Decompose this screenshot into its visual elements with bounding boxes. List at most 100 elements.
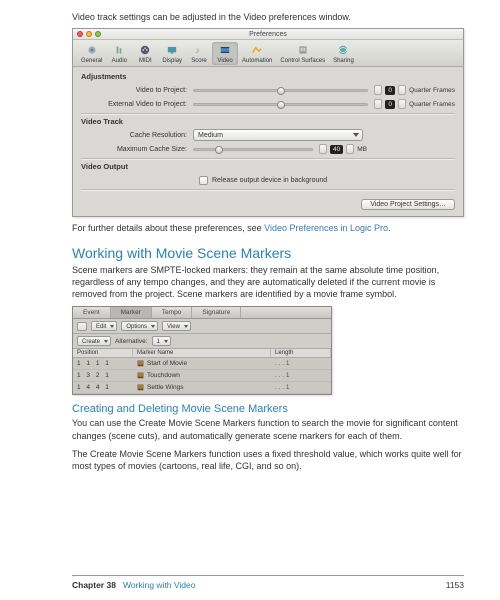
toolbar-label: Score bbox=[191, 58, 207, 64]
marker-length: . . . 1 bbox=[271, 372, 331, 379]
video-to-project-value[interactable]: 0 bbox=[385, 86, 395, 95]
toolbar-general[interactable]: General bbox=[77, 42, 106, 65]
subsection-heading: Creating and Deleting Movie Scene Marker… bbox=[72, 403, 464, 415]
marker-length: . . . 1 bbox=[271, 384, 331, 391]
midi-icon bbox=[136, 43, 154, 57]
body-paragraph: You can use the Create Movie Scene Marke… bbox=[72, 417, 464, 441]
toolbar-audio[interactable]: Audio bbox=[106, 42, 132, 65]
control-surfaces-icon bbox=[294, 43, 312, 57]
external-video-to-project-value[interactable]: 0 bbox=[385, 100, 395, 109]
edit-menu[interactable]: Edit bbox=[91, 321, 117, 331]
display-icon bbox=[163, 43, 181, 57]
marker-row[interactable]: 1 1 1 1Start of Movie. . . 1 bbox=[73, 358, 331, 370]
marker-toolbar: Edit Options View bbox=[73, 319, 331, 334]
toolbar-label: Display bbox=[162, 58, 182, 64]
score-icon: ♪ bbox=[190, 43, 208, 57]
toolbar-label: General bbox=[81, 58, 102, 64]
external-video-to-project-label: External Video to Project: bbox=[81, 101, 193, 108]
toolbar-label: Sharing bbox=[333, 58, 354, 64]
window-title: Preferences bbox=[249, 31, 287, 38]
col-marker-name[interactable]: Marker Name bbox=[133, 349, 271, 357]
link-icon[interactable] bbox=[77, 322, 87, 331]
marker-table-header: Position Marker Name Length bbox=[73, 349, 331, 358]
chapter-title: Working with Video bbox=[123, 580, 195, 590]
movie-frame-icon bbox=[137, 384, 144, 391]
unit-label: MB bbox=[357, 146, 367, 153]
stepper[interactable] bbox=[374, 99, 382, 109]
automation-icon bbox=[248, 43, 266, 57]
adjustments-section-title: Adjustments bbox=[81, 72, 455, 81]
tab-tempo[interactable]: Tempo bbox=[152, 307, 193, 318]
general-icon bbox=[83, 43, 101, 57]
tab-event[interactable]: Event bbox=[73, 307, 111, 318]
toolbar-video[interactable]: Video bbox=[212, 42, 238, 65]
alternative-popup[interactable]: 1 bbox=[152, 336, 171, 346]
marker-position: 1 1 1 1 bbox=[73, 360, 133, 367]
toolbar-score[interactable]: ♪ Score bbox=[186, 42, 212, 65]
video-icon bbox=[216, 43, 234, 57]
movie-frame-icon bbox=[137, 360, 144, 367]
audio-icon bbox=[110, 43, 128, 57]
toolbar-label: Control Surfaces bbox=[280, 58, 325, 64]
preferences-toolbar: General Audio MIDI Display ♪ Score Video Automa… bbox=[73, 40, 463, 67]
stepper[interactable] bbox=[374, 85, 382, 95]
alternative-label: Alternative: bbox=[115, 338, 148, 345]
stepper[interactable] bbox=[398, 85, 406, 95]
view-menu[interactable]: View bbox=[162, 321, 191, 331]
video-preferences-link[interactable]: Video Preferences in Logic Pro bbox=[264, 223, 388, 233]
close-icon[interactable] bbox=[77, 31, 83, 37]
video-to-project-slider[interactable] bbox=[193, 86, 368, 94]
col-length[interactable]: Length bbox=[271, 349, 331, 357]
max-cache-size-value[interactable]: 40 bbox=[330, 145, 343, 154]
create-button[interactable]: Create bbox=[77, 336, 111, 346]
cache-resolution-popup[interactable]: Medium bbox=[193, 129, 363, 141]
toolbar-midi[interactable]: MIDI bbox=[132, 42, 158, 65]
toolbar-control-surfaces[interactable]: Control Surfaces bbox=[276, 42, 329, 65]
marker-row[interactable]: 1 4 4 1Settle Wings. . . 1 bbox=[73, 382, 331, 394]
marker-toolbar-2: Create Alternative: 1 bbox=[73, 334, 331, 349]
toolbar-label: Audio bbox=[112, 58, 127, 64]
options-menu[interactable]: Options bbox=[121, 321, 158, 331]
tab-signature[interactable]: Signature bbox=[192, 307, 241, 318]
intro-text: Video track settings can be adjusted in … bbox=[72, 12, 464, 22]
stepper[interactable] bbox=[398, 99, 406, 109]
zoom-icon[interactable] bbox=[95, 31, 101, 37]
body-paragraph: Scene markers are SMPTE-locked markers: … bbox=[72, 264, 464, 300]
unit-label: Quarter Frames bbox=[409, 101, 455, 108]
release-output-checkbox[interactable] bbox=[199, 176, 208, 185]
chapter-label: Chapter 38 bbox=[72, 580, 116, 590]
marker-position: 1 4 4 1 bbox=[73, 384, 133, 391]
toolbar-display[interactable]: Display bbox=[158, 42, 186, 65]
video-track-section-title: Video Track bbox=[81, 117, 455, 126]
col-position[interactable]: Position bbox=[73, 349, 133, 357]
toolbar-label: MIDI bbox=[139, 58, 152, 64]
marker-tabs: EventMarkerTempoSignature bbox=[73, 307, 331, 319]
marker-name-cell: Touchdown bbox=[133, 372, 271, 379]
preferences-window: Preferences General Audio MIDI Display ♪ Scor… bbox=[72, 28, 464, 217]
external-video-to-project-slider[interactable] bbox=[193, 100, 368, 108]
tab-marker[interactable]: Marker bbox=[111, 307, 152, 318]
video-project-settings-button[interactable]: Video Project Settings… bbox=[361, 199, 455, 210]
caption-text: For further details about these preferen… bbox=[72, 223, 464, 233]
body-paragraph: The Create Movie Scene Markers function … bbox=[72, 448, 464, 472]
marker-name-cell: Start of Movie bbox=[133, 360, 271, 367]
minimize-icon[interactable] bbox=[86, 31, 92, 37]
toolbar-label: Video bbox=[217, 58, 232, 64]
svg-text:♪: ♪ bbox=[195, 45, 199, 55]
max-cache-size-slider[interactable] bbox=[193, 145, 313, 153]
max-cache-size-label: Maximum Cache Size: bbox=[81, 146, 193, 153]
marker-name-cell: Settle Wings bbox=[133, 384, 271, 391]
page-footer: Chapter 38 Working with Video 1153 bbox=[72, 575, 464, 590]
video-to-project-label: Video to Project: bbox=[81, 87, 193, 94]
toolbar-sharing[interactable]: Sharing bbox=[329, 42, 358, 65]
sharing-icon bbox=[334, 43, 352, 57]
toolbar-label: Automation bbox=[242, 58, 272, 64]
toolbar-automation[interactable]: Automation bbox=[238, 42, 276, 65]
stepper[interactable] bbox=[319, 144, 327, 154]
marker-length: . . . 1 bbox=[271, 360, 331, 367]
release-output-label: Release output device in background bbox=[212, 177, 327, 184]
stepper[interactable] bbox=[346, 144, 354, 154]
window-controls[interactable] bbox=[77, 31, 101, 37]
marker-row[interactable]: 1 3 2 1Touchdown. . . 1 bbox=[73, 370, 331, 382]
section-heading: Working with Movie Scene Markers bbox=[72, 245, 464, 261]
